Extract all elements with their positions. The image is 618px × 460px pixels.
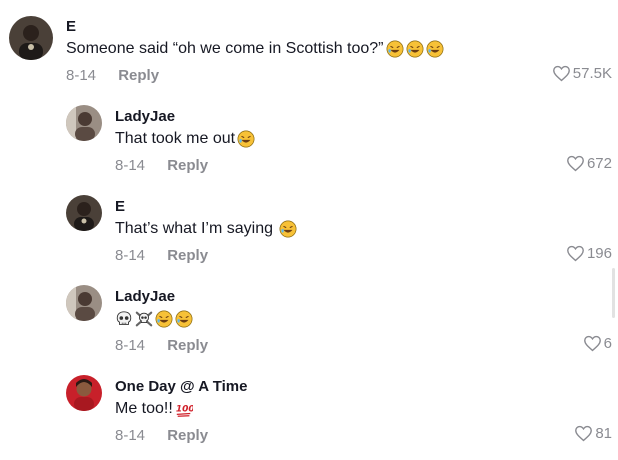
like-count: 81 (595, 425, 612, 442)
svg-text:100: 100 (176, 405, 193, 415)
comment-username[interactable]: E (115, 198, 125, 215)
comment-text (115, 310, 193, 328)
skull-crossbones-emoji (135, 310, 153, 328)
comment-date: 8-14 (66, 67, 97, 84)
comment-date: 8-14 (115, 427, 146, 444)
comment-meta: 8-14 Reply (66, 67, 159, 84)
rofl-emoji (279, 220, 297, 238)
reply-button[interactable]: Reply (167, 427, 208, 444)
avatar[interactable] (9, 16, 53, 60)
reply-button[interactable]: Reply (167, 157, 208, 174)
comment-date: 8-14 (115, 247, 146, 264)
rofl-emoji (426, 40, 444, 58)
reply-button[interactable]: Reply (118, 67, 159, 84)
comment-item: LadyJae 8-14 Reply 6 (0, 270, 618, 360)
avatar[interactable] (66, 105, 102, 141)
comment-text-content: That’s what I’m saying (115, 220, 278, 237)
like-count: 672 (586, 155, 612, 172)
comment-text-content: That took me out (115, 130, 236, 147)
comment-item: One Day @ A Time Me too!! 100 8-14 Reply… (0, 360, 618, 460)
reply-button[interactable]: Reply (167, 247, 208, 264)
comment-username[interactable]: LadyJae (115, 108, 175, 125)
comment-thread: E Someone said “oh we come in Scottish t… (0, 0, 618, 460)
rofl-emoji (175, 310, 193, 328)
reply-button[interactable]: Reply (167, 337, 208, 354)
heart-icon (583, 335, 601, 352)
avatar[interactable] (66, 375, 102, 411)
like-count: 196 (586, 245, 612, 262)
like-button[interactable]: 6 (583, 335, 612, 352)
like-button[interactable]: 81 (574, 425, 612, 442)
heart-icon (575, 425, 593, 442)
rofl-emoji (386, 40, 404, 58)
comment-item: LadyJae That took me out 8-14 Reply 672 (0, 90, 618, 180)
comment-text: That’s what I’m saying (115, 220, 297, 238)
comment-username[interactable]: E (66, 18, 76, 35)
scrollbar[interactable] (612, 268, 615, 318)
comment-text-content: Someone said “oh we come in Scottish too… (66, 40, 384, 57)
comment-date: 8-14 (115, 337, 146, 354)
heart-icon (552, 65, 570, 82)
comment-item: E That’s what I’m saying 8-14 Reply 196 (0, 180, 618, 270)
comment-username[interactable]: LadyJae (115, 288, 175, 305)
like-button[interactable]: 57.5K (552, 65, 612, 82)
comment-meta: 8-14 Reply (115, 157, 208, 174)
comment-item: E Someone said “oh we come in Scottish t… (0, 0, 618, 90)
rofl-emoji (237, 130, 255, 148)
avatar[interactable] (66, 285, 102, 321)
comment-text-content: Me too!! (115, 400, 173, 417)
heart-icon (567, 245, 584, 262)
like-button[interactable]: 196 (566, 245, 612, 262)
heart-icon (567, 155, 584, 172)
like-count: 6 (603, 335, 612, 352)
comment-meta: 8-14 Reply (115, 247, 208, 264)
comment-meta: 8-14 Reply (115, 427, 208, 444)
comment-text: Someone said “oh we come in Scottish too… (66, 40, 444, 58)
hundred-points-emoji: 100 (175, 400, 193, 418)
skull-emoji (115, 310, 133, 328)
rofl-emoji (155, 310, 173, 328)
like-count: 57.5K (572, 65, 612, 82)
rofl-emoji (406, 40, 424, 58)
comment-text: That took me out (115, 130, 255, 148)
comment-username[interactable]: One Day @ A Time (115, 378, 247, 395)
like-button[interactable]: 672 (566, 155, 612, 172)
comment-date: 8-14 (115, 157, 146, 174)
avatar[interactable] (66, 195, 102, 231)
comment-text: Me too!! 100 (115, 400, 193, 418)
comment-meta: 8-14 Reply (115, 337, 208, 354)
